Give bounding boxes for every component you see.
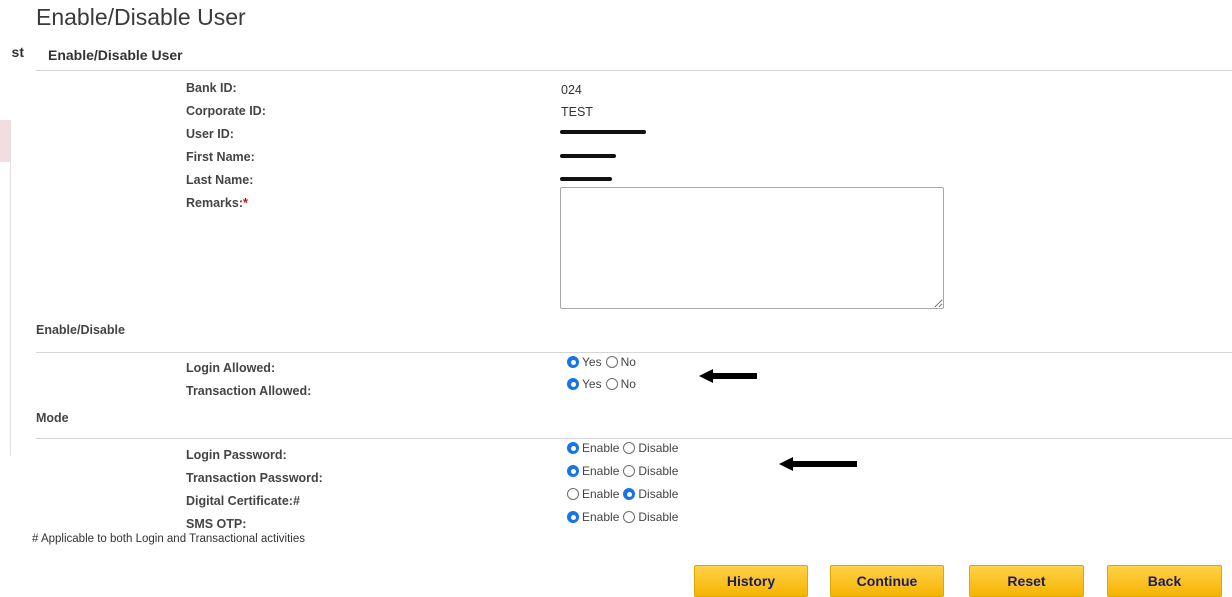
enable-disable-group-label: Enable/Disable <box>36 323 125 337</box>
remarks-textarea[interactable] <box>560 187 944 309</box>
footnote: # Applicable to both Login and Transacti… <box>32 533 305 545</box>
digital-certificate-enable-radio[interactable] <box>567 488 579 500</box>
digital-certificate-disable-label[interactable]: Disable <box>638 487 678 501</box>
transaction-allowed-no-label[interactable]: No <box>621 377 636 391</box>
transaction-password-enable-radio[interactable] <box>567 465 579 477</box>
digital-certificate-label: Digital Certificate:# <box>186 494 300 508</box>
transaction-allowed-yes-radio[interactable] <box>567 378 579 390</box>
transaction-password-radio-group: Enable Disable <box>567 464 682 478</box>
login-allowed-yes-radio[interactable] <box>567 356 579 368</box>
transaction-password-enable-label[interactable]: Enable <box>582 464 619 478</box>
login-password-enable-label[interactable]: Enable <box>582 441 619 455</box>
required-marker: * <box>242 196 248 210</box>
login-allowed-yes-label[interactable]: Yes <box>582 355 602 369</box>
mode-group-label: Mode <box>36 411 69 425</box>
first-name-redaction <box>560 154 616 158</box>
corporate-id-label: Corporate ID: <box>186 104 266 118</box>
transaction-allowed-yes-label[interactable]: Yes <box>582 377 602 391</box>
page-title: Enable/Disable User <box>36 4 246 30</box>
last-name-label: Last Name: <box>186 173 254 187</box>
last-name-redaction <box>560 177 612 181</box>
login-password-disable-label[interactable]: Disable <box>638 441 678 455</box>
left-arrow-icon <box>779 456 859 472</box>
mode-divider <box>36 438 1232 439</box>
sms-otp-label: SMS OTP: <box>186 517 247 531</box>
transaction-password-label: Transaction Password: <box>186 471 323 485</box>
login-allowed-no-radio[interactable] <box>605 356 618 368</box>
sms-otp-enable-radio[interactable] <box>567 511 579 523</box>
login-password-enable-radio[interactable] <box>567 442 579 454</box>
login-password-label: Login Password: <box>186 448 287 462</box>
enable-disable-divider <box>36 352 1232 353</box>
digital-certificate-radio-group: Enable Disable <box>567 487 682 501</box>
bank-id-label: Bank ID: <box>186 81 237 95</box>
sms-otp-disable-label[interactable]: Disable <box>638 510 678 524</box>
login-password-radio-group: Enable Disable <box>567 441 682 455</box>
sms-otp-enable-label[interactable]: Enable <box>582 510 619 524</box>
digital-certificate-enable-label[interactable]: Enable <box>582 487 619 501</box>
first-name-label: First Name: <box>186 150 255 164</box>
login-password-disable-radio[interactable] <box>623 442 636 454</box>
login-allowed-label: Login Allowed: <box>186 361 276 375</box>
transaction-allowed-label: Transaction Allowed: <box>186 384 312 398</box>
reset-button[interactable]: Reset <box>969 565 1084 597</box>
history-button[interactable]: History <box>694 565 808 597</box>
transaction-password-disable-label[interactable]: Disable <box>638 464 678 478</box>
sms-otp-radio-group: Enable Disable <box>567 510 682 524</box>
digital-certificate-disable-radio[interactable] <box>623 488 636 500</box>
left-panel-strip <box>0 120 11 456</box>
section-divider <box>36 70 1232 71</box>
remarks-label-text: Remarks: <box>186 196 243 210</box>
user-id-label: User ID: <box>186 127 234 141</box>
sms-otp-disable-radio[interactable] <box>623 511 636 523</box>
user-id-redaction <box>560 130 646 134</box>
left-arrow-icon <box>699 368 759 384</box>
login-allowed-no-label[interactable]: No <box>621 355 636 369</box>
transaction-allowed-radio-group: Yes No <box>567 377 640 391</box>
section-title: Enable/Disable User <box>48 47 183 63</box>
login-allowed-radio-group: Yes No <box>567 355 640 369</box>
left-panel-fragment-text: st <box>11 44 24 60</box>
continue-button[interactable]: Continue <box>830 565 944 597</box>
transaction-password-disable-radio[interactable] <box>623 465 636 477</box>
left-panel-fragment: st <box>0 44 24 64</box>
corporate-id-value: TEST <box>561 105 593 119</box>
bank-id-value: 024 <box>561 83 582 97</box>
transaction-allowed-no-radio[interactable] <box>605 378 618 390</box>
remarks-label: Remarks:* <box>186 196 248 210</box>
back-button[interactable]: Back <box>1107 565 1222 597</box>
left-panel-active-item <box>0 120 10 162</box>
